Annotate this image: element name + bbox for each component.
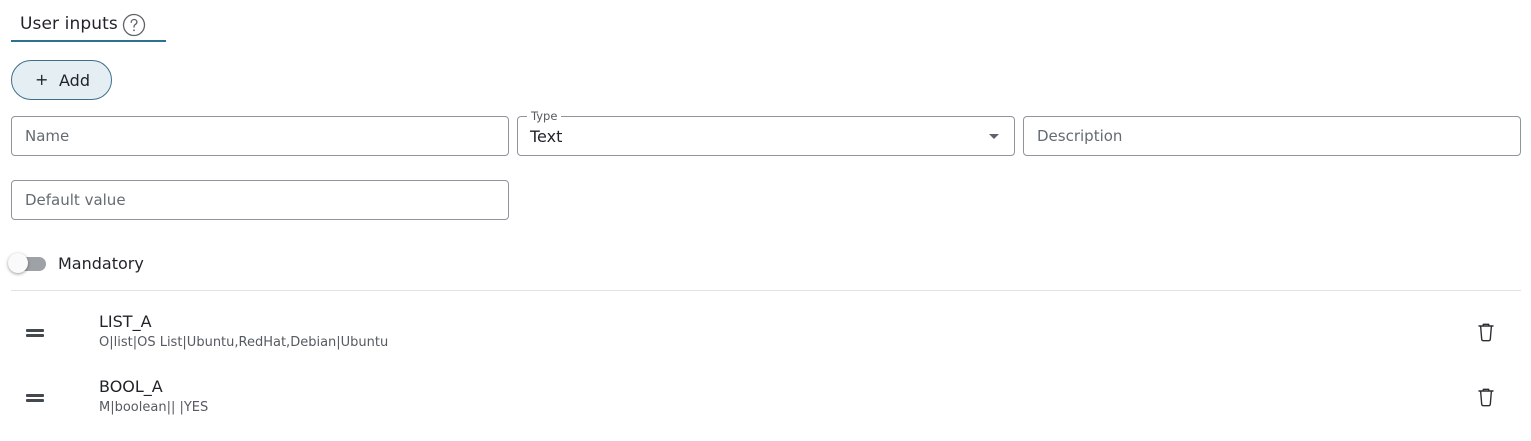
mandatory-toggle[interactable]: [8, 252, 48, 274]
description-field: [1023, 116, 1521, 156]
type-select[interactable]: Type Text: [517, 109, 1015, 156]
plus-icon: +: [35, 70, 49, 89]
add-button-label: Add: [59, 71, 90, 90]
list-item-title: BOOL_A: [99, 377, 163, 396]
trash-icon[interactable]: [1476, 386, 1496, 408]
help-circle-icon[interactable]: [122, 13, 146, 37]
trash-icon[interactable]: [1476, 321, 1496, 343]
list-item-title: LIST_A: [99, 312, 152, 331]
tab-user-inputs[interactable]: User inputs: [11, 8, 166, 42]
list-item: BOOL_A M|boolean|| |YES: [11, 368, 1521, 428]
mandatory-label: Mandatory: [58, 254, 144, 273]
default-value-field: [11, 180, 509, 220]
name-input[interactable]: [12, 117, 508, 155]
type-select-label: Type: [527, 109, 562, 123]
name-field: [11, 116, 509, 156]
mandatory-toggle-knob: [8, 253, 28, 273]
caret-down-icon: [989, 134, 999, 139]
list-item-detail: O|list|OS List|Ubuntu,RedHat,Debian|Ubun…: [99, 335, 389, 350]
description-input[interactable]: [1024, 117, 1520, 155]
divider: [11, 290, 1521, 291]
drag-handle-icon[interactable]: [26, 327, 44, 339]
drag-handle-icon[interactable]: [26, 392, 44, 404]
list-item-detail: M|boolean|| |YES: [99, 400, 209, 415]
tab-user-inputs-label: User inputs: [20, 14, 118, 34]
default-value-input[interactable]: [12, 181, 508, 219]
type-select-value: Text: [530, 127, 563, 146]
add-button[interactable]: + Add: [11, 60, 112, 100]
list-item: LIST_A O|list|OS List|Ubuntu,RedHat,Debi…: [11, 303, 1521, 363]
